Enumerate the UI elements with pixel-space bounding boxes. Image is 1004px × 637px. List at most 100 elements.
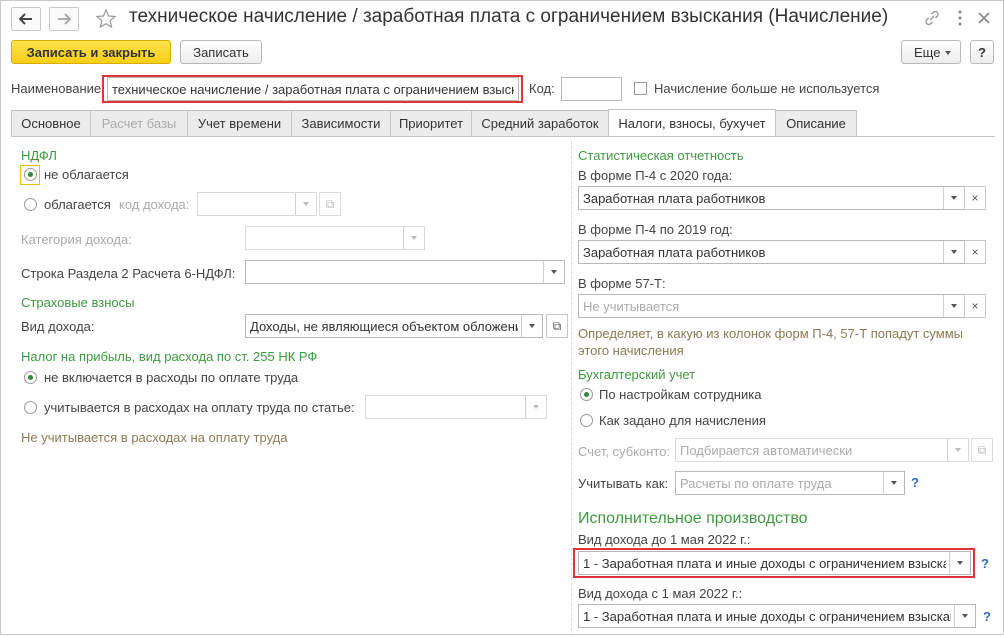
p4-2020-value: Заработная плата работников: [583, 191, 766, 206]
section2-dropdown[interactable]: [543, 261, 564, 283]
more-menu-button[interactable]: Еще: [901, 40, 961, 64]
chevron-down-icon: [951, 250, 957, 254]
article-dropdown[interactable]: [525, 396, 546, 418]
chevron-down-icon: [955, 448, 961, 452]
before-field[interactable]: 1 - Заработная плата и иные доходы с огр…: [578, 551, 971, 575]
radio-not-included[interactable]: [24, 371, 37, 384]
more-actions-icon[interactable]: [951, 9, 971, 29]
tab-priority[interactable]: Приоритет: [390, 110, 472, 136]
income-type-dropdown[interactable]: [521, 315, 542, 337]
tab-main[interactable]: Основное: [11, 110, 91, 136]
account-field[interactable]: Подбирается автоматически: [675, 438, 969, 462]
chevron-down-icon: [951, 196, 957, 200]
income-code-field[interactable]: [197, 192, 317, 216]
tab-taxes[interactable]: Налоги, взносы, бухучет: [608, 109, 776, 136]
income-category-dropdown[interactable]: [403, 227, 424, 249]
insurance-title: Страховые взносы: [21, 295, 135, 310]
form-window: техническое начисление / заработная плат…: [0, 0, 1004, 636]
close-icon[interactable]: [975, 9, 995, 29]
favorite-star-icon[interactable]: [95, 8, 119, 30]
save-button[interactable]: Записать: [180, 40, 262, 64]
income-code-label: код дохода:: [119, 197, 190, 212]
article-field[interactable]: [365, 395, 547, 419]
by-employee-label: По настройкам сотрудника: [599, 387, 762, 402]
back-button[interactable]: [11, 7, 41, 31]
save-and-close-button[interactable]: Записать и закрыть: [11, 40, 171, 64]
code-field[interactable]: [561, 77, 622, 101]
income-type-field[interactable]: Доходы, не являющиеся объектом обложения…: [245, 314, 543, 338]
tab-time-accounting[interactable]: Учет времени: [187, 110, 292, 136]
account-placeholder: Подбирается автоматически: [680, 443, 853, 458]
name-field[interactable]: техническое начисление / заработная плат…: [107, 77, 519, 101]
unused-label: Начисление больше не используется: [654, 81, 880, 96]
radio-included-by-article[interactable]: [24, 401, 37, 414]
window-title: техническое начисление / заработная плат…: [129, 6, 889, 27]
chevron-down-icon: [951, 304, 957, 308]
p4-2020-field[interactable]: Заработная плата работников: [578, 186, 965, 210]
stat-title: Статистическая отчетность: [578, 148, 744, 163]
clear-icon[interactable]: ×: [964, 294, 986, 318]
account-dropdown[interactable]: [947, 439, 968, 461]
help-button[interactable]: ?: [970, 40, 994, 64]
section2-field[interactable]: [245, 260, 565, 284]
tab-dependencies[interactable]: Зависимости: [291, 110, 391, 136]
help-icon[interactable]: ?: [981, 556, 989, 571]
radio-taxed[interactable]: [24, 198, 37, 211]
help-icon[interactable]: ?: [911, 475, 919, 490]
taxed-label: облагается: [44, 197, 111, 212]
tab-base-calc[interactable]: Расчет базы: [90, 110, 188, 136]
after-dropdown[interactable]: [954, 605, 975, 627]
income-type-value: Доходы, не являющиеся объектом обложения…: [250, 319, 518, 334]
ndfl-title: НДФЛ: [21, 148, 57, 163]
link-icon[interactable]: [923, 9, 943, 29]
reflect-field[interactable]: Расчеты по оплате труда: [675, 471, 905, 495]
after-label: Вид дохода с 1 мая 2022 г.:: [578, 586, 743, 601]
f57t-field[interactable]: Не учитывается: [578, 294, 965, 318]
stat-note-line1: Определяет, в какую из колонок форм П-4,…: [578, 326, 964, 341]
unused-checkbox[interactable]: [634, 82, 647, 95]
tab-description[interactable]: Описание: [775, 110, 857, 136]
not-taxed-label: не облагается: [44, 167, 129, 182]
included-by-article-label: учитывается в расходах на оплату труда п…: [44, 400, 355, 415]
f57t-label: В форме 57-Т:: [578, 276, 666, 291]
not-included-label: не включается в расходы по оплате труда: [44, 370, 299, 385]
radio-by-employee[interactable]: [580, 388, 593, 401]
before-dropdown[interactable]: [949, 552, 970, 574]
after-field[interactable]: 1 - Заработная плата и иные доходы с огр…: [578, 604, 976, 628]
more-menu-label: Еще: [914, 44, 941, 60]
chevron-down-icon: [962, 614, 968, 618]
help-icon[interactable]: ?: [983, 609, 991, 624]
chevron-down-icon: [303, 202, 309, 206]
forward-button[interactable]: [49, 7, 79, 31]
before-value: 1 - Заработная плата и иные доходы с огр…: [583, 556, 946, 571]
chevron-down-icon: [891, 481, 897, 485]
chevron-down-icon: [945, 51, 951, 55]
income-code-dropdown[interactable]: [295, 193, 316, 215]
clear-icon[interactable]: ×: [964, 186, 986, 210]
column-divider: [571, 141, 572, 636]
reflect-dropdown[interactable]: [883, 472, 904, 494]
p4-2019-dropdown[interactable]: [943, 241, 964, 263]
open-icon[interactable]: ⧉: [319, 192, 341, 216]
tab-average-earnings[interactable]: Средний заработок: [471, 110, 609, 136]
arrow-left-icon: [19, 13, 32, 25]
clear-icon[interactable]: ×: [964, 240, 986, 264]
radio-as-set[interactable]: [580, 414, 593, 427]
open-icon[interactable]: ⧉: [971, 438, 993, 462]
open-icon[interactable]: ⧉: [546, 314, 568, 338]
f57t-placeholder: Не учитывается: [583, 299, 680, 314]
chevron-down-icon: [411, 236, 417, 240]
chevron-down-icon: [957, 561, 963, 565]
name-value: техническое начисление / заработная плат…: [112, 82, 514, 97]
as-set-label: Как задано для начисления: [599, 413, 766, 428]
p4-2019-field[interactable]: Заработная плата работников: [578, 240, 965, 264]
not-counted-note: Не учитывается в расходах на оплату труд…: [21, 430, 288, 445]
account-label: Счет, субконто:: [578, 444, 671, 459]
income-category-field[interactable]: [245, 226, 425, 250]
radio-not-taxed[interactable]: [24, 168, 37, 181]
chevron-down-icon: [551, 270, 557, 274]
p4-2019-value: Заработная плата работников: [583, 245, 766, 260]
name-label: Наименование:: [11, 81, 105, 96]
f57t-dropdown[interactable]: [943, 295, 964, 317]
p4-2020-dropdown[interactable]: [943, 187, 964, 209]
